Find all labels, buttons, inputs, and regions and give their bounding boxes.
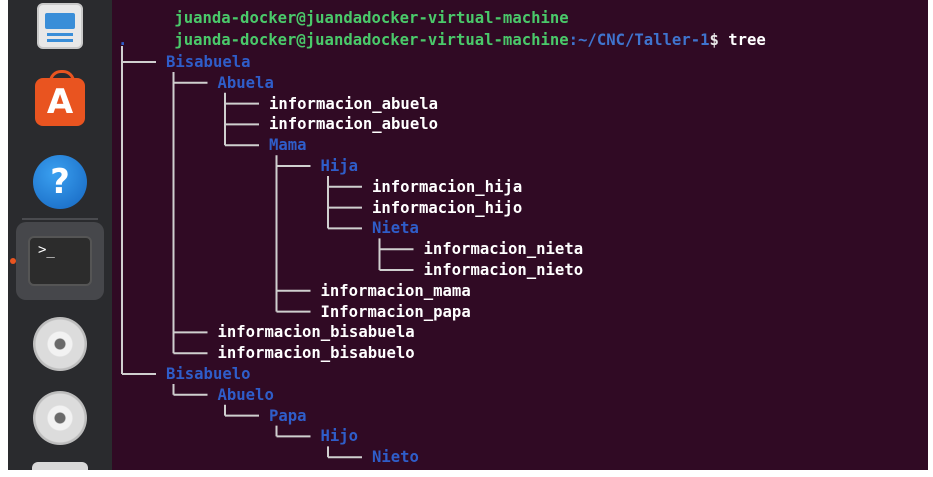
scrolled-out-line: juanda-docker@juandadocker-virtual-machi…: [174, 9, 569, 27]
dock-item-disc-2[interactable]: [28, 386, 92, 450]
terminal-icon: >_: [28, 236, 92, 286]
command-text: tree: [728, 31, 766, 49]
prompt-path: :~/CNC/Taller-1: [568, 31, 710, 49]
tree-directory-entry: Nieta: [372, 219, 419, 238]
running-indicator: [10, 258, 16, 264]
dock-item-help[interactable]: ?: [28, 150, 92, 214]
tree-file-entry: informacion_abuelo: [269, 115, 438, 134]
tree-file-entry: informacion_nieta: [423, 240, 584, 259]
tree-directory-entry: Bisabuelo: [166, 365, 251, 383]
tree-directory-entry: Papa: [269, 406, 307, 425]
tree-file-entry: Informacion_papa: [320, 302, 471, 321]
tree-file-entry: informacion_hijo: [372, 198, 523, 217]
screen: A ? >_ juanda-docker@juandadocker-virtua…: [8, 0, 928, 470]
prompt-line: juanda-docker@juandadocker-virtual-machi…: [118, 10, 765, 49]
tree-directory-entry: Bisabuela: [166, 53, 251, 71]
prompt-dollar: $: [709, 31, 719, 49]
tree-directory-entry: Hija: [320, 157, 359, 175]
tree-file-entry: informacion_bisabuela: [217, 323, 415, 342]
tree-file-entry: informacion_abuela: [269, 94, 438, 113]
tree-file-entry: informacion_mama: [320, 281, 471, 300]
dock-item-software[interactable]: A: [28, 70, 92, 134]
disc-icon: [33, 391, 87, 445]
tree-directory-entry: Nieto: [372, 448, 419, 467]
dock-item-partial[interactable]: [32, 462, 88, 470]
tree-file-entry: informacion_nieto: [423, 261, 584, 279]
help-icon: ?: [33, 155, 87, 209]
tree-directory-entry: Hijo: [320, 427, 359, 446]
dock-item-disc-1[interactable]: [28, 312, 92, 376]
tree-directory-entry: Mama: [269, 136, 307, 155]
disc-icon: [33, 317, 87, 371]
tree-root: .: [118, 31, 128, 49]
tree-file-entry: informacion_bisabuelo: [217, 344, 415, 363]
dock-item-files[interactable]: [28, 0, 92, 58]
dock-separator: [22, 218, 98, 220]
files-icon: [37, 3, 83, 49]
dock: A ? >_: [8, 0, 112, 470]
tree-directory-entry: Abuelo: [217, 385, 274, 404]
app-store-icon: A: [35, 70, 85, 126]
terminal-window[interactable]: juanda-docker@juandadocker-virtual-machi…: [112, 0, 928, 470]
prompt-user: juanda-docker@juandadocker-virtual-machi…: [174, 31, 569, 49]
tree-directory-entry: Abuela: [217, 73, 274, 92]
tree-file-entry: informacion_hija: [372, 177, 523, 196]
